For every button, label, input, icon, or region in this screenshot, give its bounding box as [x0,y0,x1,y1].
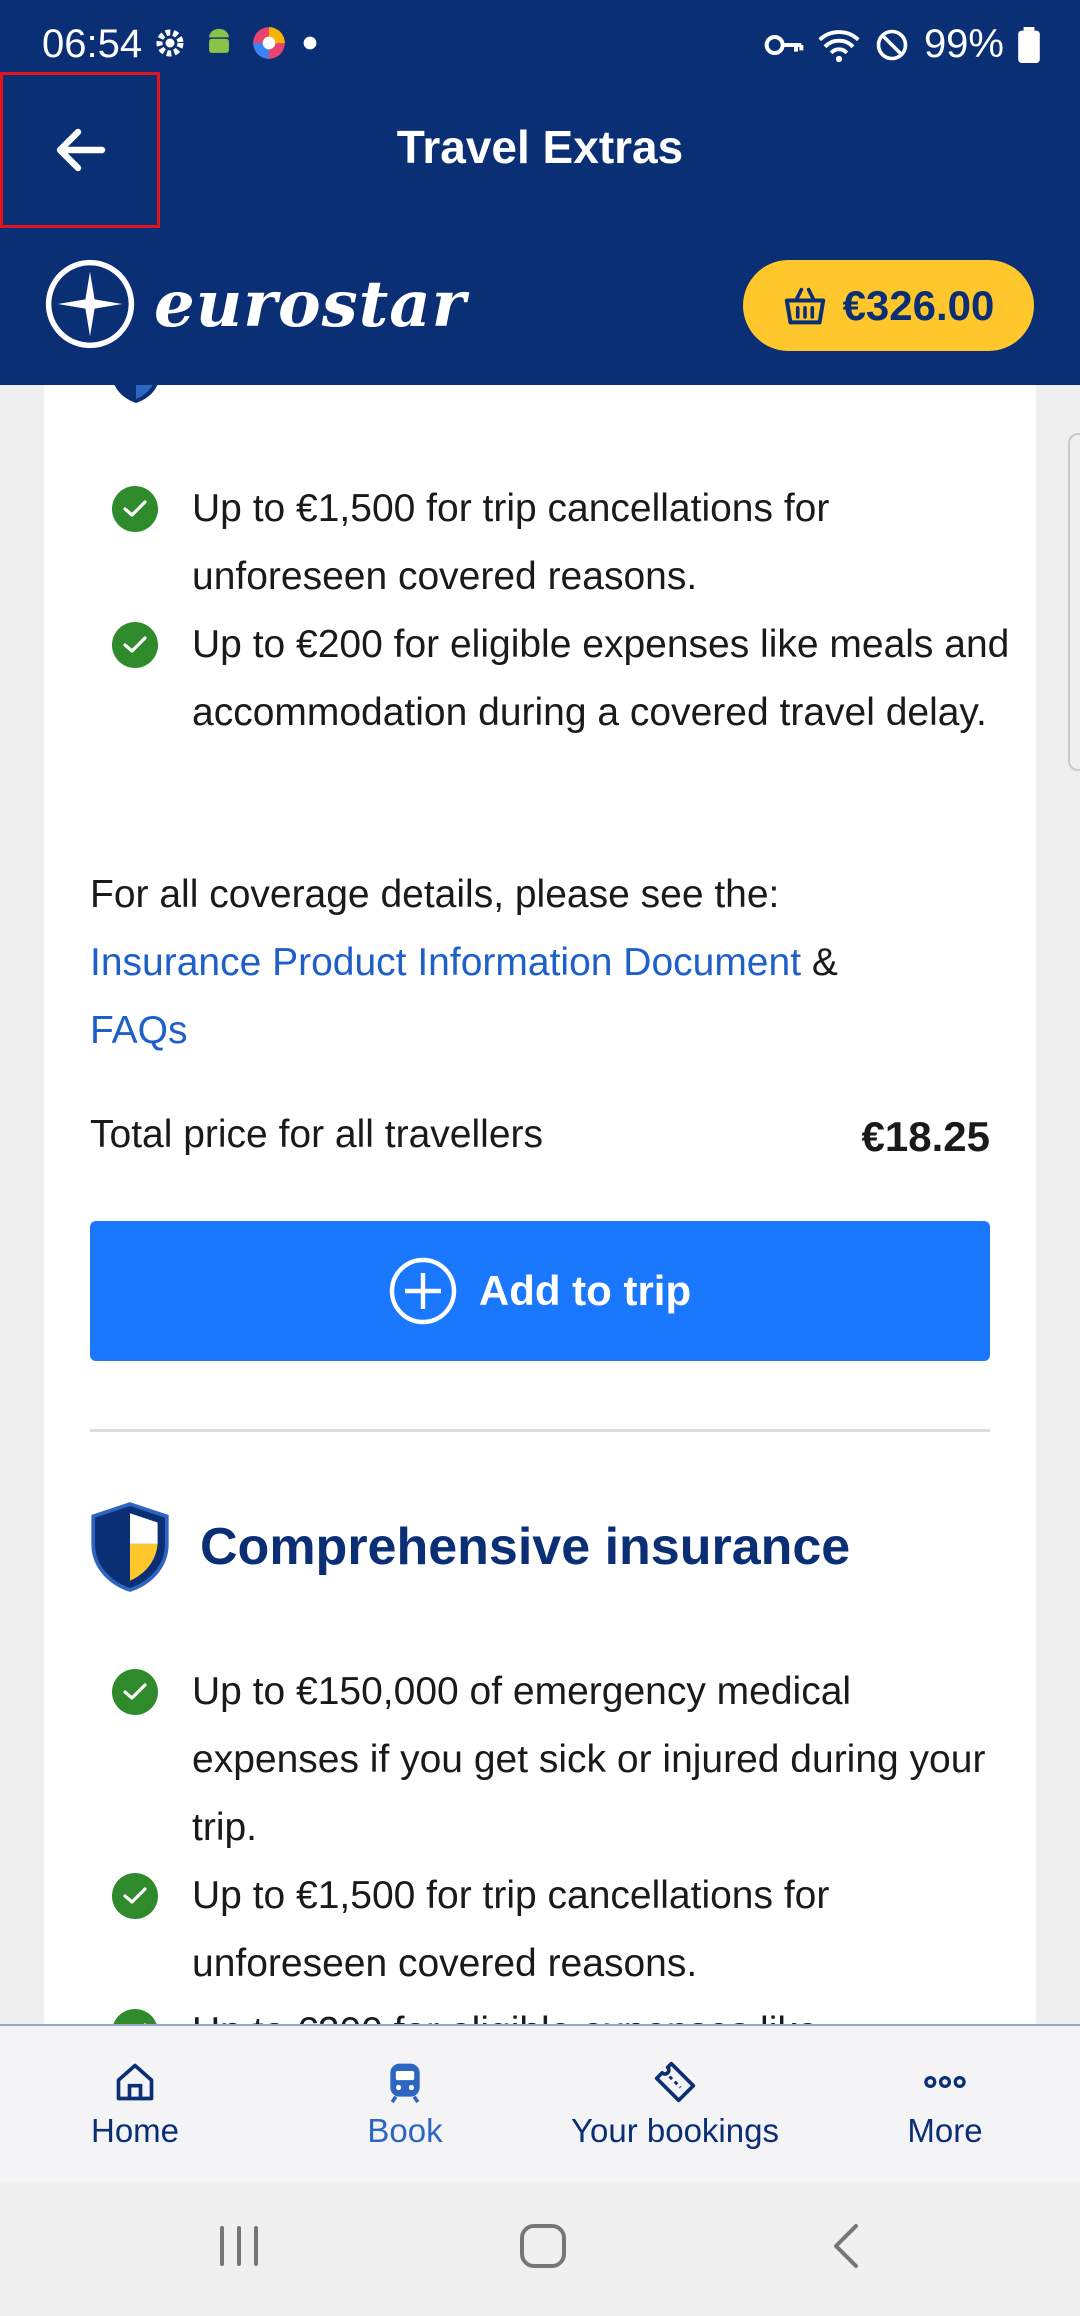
nav-home-label: Home [90,2112,180,2149]
eurostar-logo: eurostar [44,258,466,350]
brand-bar: eurostar €326.00 [0,250,1080,370]
ipid-link[interactable]: Insurance Product Information Document [90,941,801,984]
key-icon [764,34,804,55]
battery-percent: 99% [923,22,1004,66]
section-title: Comprehensive insurance [200,1518,851,1576]
do-not-disturb-icon [876,29,908,60]
insurance-card: Up to €1,500 for trip cancellations for … [44,385,1036,2025]
nav-book[interactable]: Book [310,2026,500,2184]
check-icon [112,1669,158,1715]
nav-book-label: Book [367,2112,443,2149]
battery-icon [1018,26,1040,63]
faqs-link[interactable]: FAQs [90,1009,188,1052]
total-price-row: Total price for all travellers €18.25 [90,1113,990,1183]
browser-icon [253,27,285,59]
recent-apps-icon[interactable] [216,2220,262,2272]
basket-button[interactable]: €326.00 [743,260,1034,351]
nav-more[interactable]: More [850,2026,1040,2184]
plus-circle-icon [389,1257,457,1325]
dot-icon [303,36,317,50]
status-time: 06:54 [42,22,143,66]
brand-name: eurostar [154,266,467,342]
basket-total: €326.00 [842,281,995,329]
ampersand: & [811,941,838,984]
bullet-text: Up to €200 for eligible expenses like [192,1998,1012,2025]
shield-icon-partial [114,385,158,403]
train-icon [390,2063,420,2104]
add-to-trip-button[interactable]: Add to trip [90,1221,990,1361]
nav-home[interactable]: Home [40,2026,230,2184]
app-header: 06:54 99% Travel Extras eurostar €326.00 [0,0,1080,385]
total-price-value: €18.25 [861,1113,990,1160]
more-icon [924,2075,966,2089]
check-icon [112,1873,158,1919]
system-navigation-bar [0,2182,1080,2316]
bottom-navigation: Home Book Your bookings More [0,2024,1080,2182]
add-to-trip-label: Add to trip [478,1267,692,1314]
nav-more-label: More [907,2112,983,2149]
shield-icon [91,1502,169,1592]
nav-your-bookings[interactable]: Your bookings [555,2026,795,2184]
check-icon [112,622,158,668]
bullet-text: Up to €1,500 for trip cancellations for … [192,487,830,598]
wifi-icon [818,29,860,62]
coverage-details: For all coverage details, please see the… [90,861,1010,1065]
section-divider [90,1429,990,1432]
status-system-icons: 99% [764,22,1040,67]
scrollbar[interactable] [1068,433,1080,771]
page-title: Travel Extras [396,121,684,173]
android-icon [209,28,229,53]
status-notification-icons [152,24,318,62]
system-back-icon[interactable] [826,2220,866,2272]
check-icon [112,486,158,532]
total-price-label: Total price for all travellers [90,1113,543,1156]
bullet-text: Up to €150,000 of emergency medical expe… [192,1670,986,1849]
settings-icon [156,29,184,57]
ticket-icon [654,2061,696,2103]
bullet-text: Up to €200 for eligible expenses like me… [192,623,1010,734]
comprehensive-insurance-heading: Comprehensive insurance [90,1497,850,1597]
check-icon [112,2009,158,2025]
bullet-text: Up to €1,500 for trip cancellations for … [192,1874,830,1985]
home-button-icon[interactable] [518,2220,568,2272]
nav-your-bookings-label: Your bookings [571,2112,779,2149]
eurostar-star-icon [45,259,135,349]
basket-icon [784,287,825,324]
coverage-intro: For all coverage details, please see the… [90,873,780,916]
status-bar: 06:54 99% [0,0,1080,92]
home-icon [116,2063,154,2101]
